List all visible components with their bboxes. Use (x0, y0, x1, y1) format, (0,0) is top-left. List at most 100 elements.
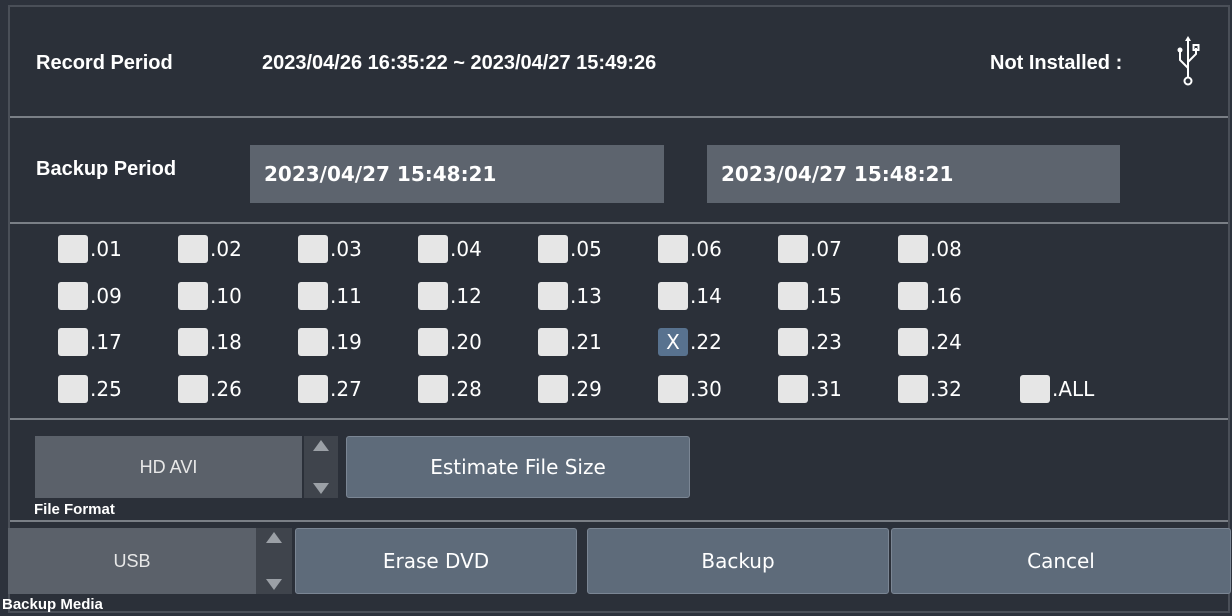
checkbox-box[interactable] (178, 282, 208, 310)
channel-checkbox[interactable]: .13 (538, 282, 602, 310)
channel-checkbox[interactable]: .04 (418, 235, 482, 263)
checkbox-box[interactable] (58, 328, 88, 356)
select-all-label: .ALL (1052, 377, 1095, 401)
checkbox-box[interactable] (58, 235, 88, 263)
separator (10, 418, 1228, 420)
checkbox-box[interactable]: X (658, 328, 688, 356)
channel-checkbox[interactable]: .01 (58, 235, 122, 263)
channel-checkbox[interactable]: .06 (658, 235, 722, 263)
checkbox-box[interactable] (898, 375, 928, 403)
channel-label: .27 (330, 377, 362, 401)
checkbox-box[interactable] (418, 235, 448, 263)
channel-checkbox[interactable]: .25 (58, 375, 122, 403)
channel-checkbox[interactable]: .10 (178, 282, 242, 310)
checkbox-box[interactable] (538, 235, 568, 263)
channel-checkbox[interactable]: .16 (898, 282, 962, 310)
channel-checkbox[interactable]: .15 (778, 282, 842, 310)
channel-checkbox[interactable]: .18 (178, 328, 242, 356)
checkbox-box[interactable] (418, 375, 448, 403)
channel-label: .13 (570, 284, 602, 308)
checkbox-box[interactable] (778, 375, 808, 403)
checkbox-box[interactable] (538, 375, 568, 403)
checkbox-box[interactable] (298, 235, 328, 263)
backup-period-label: Backup Period (36, 158, 177, 180)
arrow-up-icon[interactable] (313, 440, 329, 451)
channel-label: .32 (930, 377, 962, 401)
channel-checkbox[interactable]: .11 (298, 282, 362, 310)
erase-dvd-button[interactable]: Erase DVD (295, 528, 577, 594)
channel-checkbox[interactable]: .08 (898, 235, 962, 263)
file-format-spinner[interactable] (304, 436, 338, 498)
channel-checkbox[interactable]: .19 (298, 328, 362, 356)
checkbox-box[interactable] (58, 375, 88, 403)
checkbox-box[interactable] (778, 328, 808, 356)
channel-checkbox[interactable]: .05 (538, 235, 602, 263)
channel-checkbox[interactable]: .21 (538, 328, 602, 356)
channel-checkbox[interactable]: .20 (418, 328, 482, 356)
checkbox-box[interactable] (538, 282, 568, 310)
backup-end-field[interactable]: 2023/04/27 15:48:21 (707, 145, 1120, 203)
checkbox-box[interactable] (658, 282, 688, 310)
checkbox-box[interactable] (58, 282, 88, 310)
backup-start-field[interactable]: 2023/04/27 15:48:21 (250, 145, 664, 203)
channel-label: .20 (450, 330, 482, 354)
file-format-select[interactable]: HD AVI (35, 436, 302, 498)
channel-checkbox[interactable]: .03 (298, 235, 362, 263)
checkbox-box[interactable] (898, 235, 928, 263)
channel-checkbox[interactable]: .23 (778, 328, 842, 356)
checkbox-box[interactable] (178, 328, 208, 356)
arrow-down-icon[interactable] (313, 483, 329, 494)
channel-checkbox[interactable]: .24 (898, 328, 962, 356)
backup-button[interactable]: Backup (587, 528, 889, 594)
channel-checkbox[interactable]: .09 (58, 282, 122, 310)
checkbox-box[interactable] (1020, 375, 1050, 403)
channel-label: .22 (690, 330, 722, 354)
separator (10, 116, 1228, 118)
channel-checkbox[interactable]: .17 (58, 328, 122, 356)
checkbox-box[interactable] (298, 328, 328, 356)
channel-checkbox[interactable]: .28 (418, 375, 482, 403)
backup-media-spinner[interactable] (256, 528, 292, 594)
separator (10, 520, 1228, 522)
channel-checkbox[interactable]: .07 (778, 235, 842, 263)
channel-checkbox[interactable]: X .22 (658, 328, 722, 356)
backup-media-label: Backup Media (2, 596, 103, 613)
channel-label: .12 (450, 284, 482, 308)
arrow-down-icon[interactable] (266, 579, 282, 590)
channel-checkbox[interactable]: .32 (898, 375, 962, 403)
checkbox-box[interactable] (778, 282, 808, 310)
checkbox-box[interactable] (658, 375, 688, 403)
cancel-button[interactable]: Cancel (891, 528, 1231, 594)
checkbox-box[interactable] (418, 282, 448, 310)
checkbox-box[interactable] (778, 235, 808, 263)
checkbox-box[interactable] (178, 375, 208, 403)
channel-checkbox[interactable]: .27 (298, 375, 362, 403)
channel-checkbox[interactable]: .12 (418, 282, 482, 310)
channel-label: .31 (810, 377, 842, 401)
checkbox-box[interactable] (178, 235, 208, 263)
channel-label: .14 (690, 284, 722, 308)
checkbox-box[interactable] (418, 328, 448, 356)
channel-checkbox[interactable]: .31 (778, 375, 842, 403)
checkbox-box[interactable] (898, 282, 928, 310)
channel-checkbox[interactable]: .26 (178, 375, 242, 403)
channel-checkbox[interactable]: .29 (538, 375, 602, 403)
checkbox-box[interactable] (538, 328, 568, 356)
channel-checkbox[interactable]: .30 (658, 375, 722, 403)
channel-label: .11 (330, 284, 362, 308)
channel-label: .07 (810, 237, 842, 261)
arrow-up-icon[interactable] (266, 532, 282, 543)
select-all-checkbox[interactable]: .ALL (1020, 375, 1094, 403)
checkbox-box[interactable] (298, 375, 328, 403)
channel-label: .08 (930, 237, 962, 261)
checkbox-box[interactable] (658, 235, 688, 263)
channel-label: .01 (90, 237, 122, 261)
channel-checkbox[interactable]: .14 (658, 282, 722, 310)
channel-label: .17 (90, 330, 122, 354)
checkbox-box[interactable] (298, 282, 328, 310)
estimate-file-size-button[interactable]: Estimate File Size (346, 436, 690, 498)
backup-media-select[interactable]: USB (8, 528, 256, 594)
record-period-value: 2023/04/26 16:35:22 ~ 2023/04/27 15:49:2… (262, 52, 657, 74)
checkbox-box[interactable] (898, 328, 928, 356)
channel-checkbox[interactable]: .02 (178, 235, 242, 263)
